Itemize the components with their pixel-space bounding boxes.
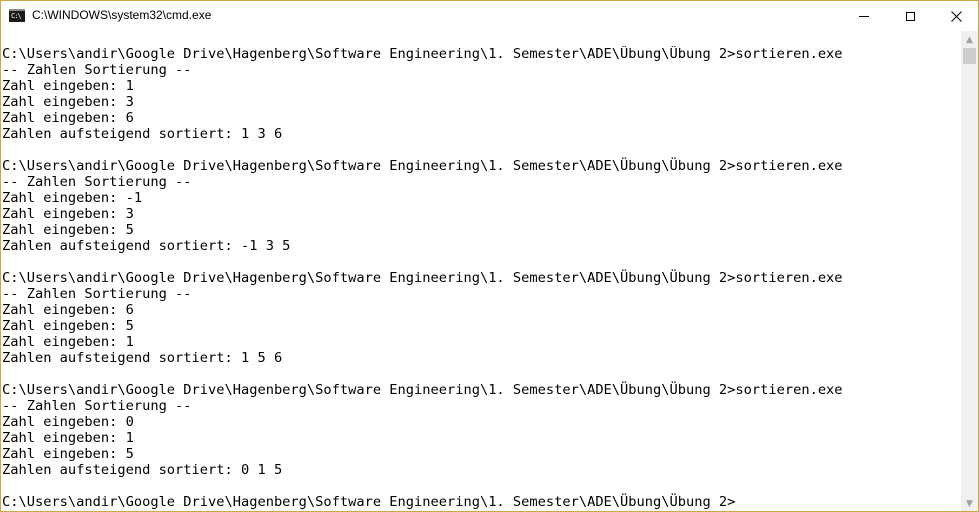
console-line: Zahl eingeben: 3	[2, 94, 134, 110]
minimize-icon	[859, 15, 869, 17]
console-line: -- Zahlen Sortierung --	[2, 62, 192, 78]
console-line: Zahl eingeben: 1	[2, 430, 134, 446]
console-line: C:\Users\andir\Google Drive\Hagenberg\So…	[2, 494, 736, 510]
console-line: Zahlen aufsteigend sortiert: -1 3 5	[2, 238, 291, 254]
console-line: Zahl eingeben: 0	[2, 414, 134, 430]
cmd-window: C:\ C:\WINDOWS\system32\cmd.exe C:\Users…	[0, 0, 979, 512]
console-line: -- Zahlen Sortierung --	[2, 398, 192, 414]
console-line: Zahl eingeben: 1	[2, 78, 134, 94]
console-output[interactable]: C:\Users\andir\Google Drive\Hagenberg\So…	[1, 46, 961, 511]
cmd-icon-glyph: C:\	[11, 12, 22, 20]
console-line: Zahl eingeben: 6	[2, 110, 134, 126]
scroll-thumb[interactable]	[963, 48, 976, 64]
maximize-icon	[905, 11, 915, 21]
window-title: C:\WINDOWS\system32\cmd.exe	[32, 8, 212, 22]
cmd-icon[interactable]: C:\	[9, 9, 25, 22]
maximize-button[interactable]	[887, 1, 933, 31]
console-line: Zahl eingeben: 3	[2, 206, 134, 222]
close-icon	[950, 10, 962, 22]
title-bar[interactable]: C:\ C:\WINDOWS\system32\cmd.exe	[1, 1, 978, 31]
scroll-down-arrow-icon[interactable]: ▼	[961, 495, 978, 511]
vertical-scrollbar[interactable]: ▲ ▼	[961, 31, 978, 511]
console-line: -- Zahlen Sortierung --	[2, 174, 192, 190]
console-line: Zahlen aufsteigend sortiert: 1 5 6	[2, 350, 283, 366]
console-line: Zahl eingeben: -1	[2, 190, 143, 206]
console-line: C:\Users\andir\Google Drive\Hagenberg\So…	[2, 270, 843, 286]
close-button[interactable]	[933, 1, 978, 31]
scroll-up-arrow-icon[interactable]: ▲	[961, 31, 978, 48]
console-line: Zahl eingeben: 5	[2, 318, 134, 334]
console-line: Zahl eingeben: 1	[2, 334, 134, 350]
minimize-button[interactable]	[841, 1, 887, 31]
console-line: C:\Users\andir\Google Drive\Hagenberg\So…	[2, 382, 843, 398]
console-line: -- Zahlen Sortierung --	[2, 286, 192, 302]
console-line: Zahlen aufsteigend sortiert: 1 3 6	[2, 126, 283, 142]
console-line: C:\Users\andir\Google Drive\Hagenberg\So…	[2, 46, 843, 62]
console-line: Zahlen aufsteigend sortiert: 0 1 5	[2, 462, 283, 478]
console-line: C:\Users\andir\Google Drive\Hagenberg\So…	[2, 158, 843, 174]
console-line: Zahl eingeben: 5	[2, 446, 134, 462]
console-line: Zahl eingeben: 6	[2, 302, 134, 318]
console-line: Zahl eingeben: 5	[2, 222, 134, 238]
